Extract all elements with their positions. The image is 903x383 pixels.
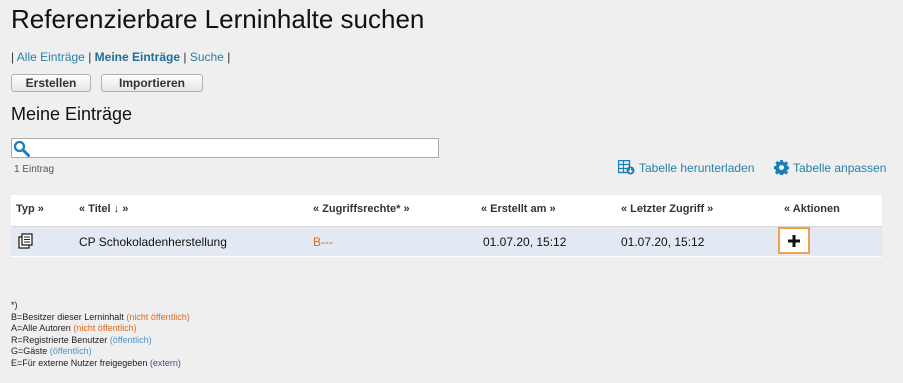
column-header-created[interactable]: « Erstellt am » — [481, 203, 556, 215]
section-title: Meine Einträge — [11, 104, 133, 124]
column-header-actions: « Aktionen — [784, 203, 840, 215]
document-stack-icon — [18, 233, 33, 249]
nav-separator: | — [183, 50, 187, 64]
result-count: 1 Eintrag — [14, 164, 55, 175]
import-button[interactable]: Importieren — [101, 74, 203, 92]
row-created: 01.07.20, 15:12 — [483, 235, 567, 249]
view-navigation: | Alle Einträge | Meine Einträge | Suche… — [11, 50, 230, 64]
page-title: Referenzierbare Lerninhalte suchen — [11, 4, 425, 34]
table-row: CP Schokoladenherstellung B--- 01.07.20,… — [11, 227, 882, 256]
legend-item: B=Besitzer dieser Lerninhalt (nicht öffe… — [11, 311, 190, 322]
customize-table-link[interactable]: Tabelle anpassen — [774, 160, 887, 176]
legend-marker: *) — [11, 300, 18, 310]
nav-separator: | — [227, 50, 231, 64]
row-actions-button[interactable] — [778, 227, 810, 254]
table-header: Typ » « Titel ↓ » « Zugriffsrechte* » « … — [11, 195, 882, 227]
legend-item: R=Registrierte Benutzer (öffentlich) — [11, 334, 152, 345]
download-table-icon — [617, 159, 635, 175]
column-header-rights[interactable]: « Zugriffsrechte* » — [313, 203, 410, 215]
gear-icon — [774, 160, 790, 176]
search-input[interactable] — [11, 138, 439, 158]
legend-item: E=Für externe Nutzer freigegeben (extern… — [11, 357, 181, 368]
nav-separator: | — [11, 50, 15, 64]
legend-item: G=Gäste (öffentlich) — [11, 346, 92, 356]
row-rights: B--- — [313, 235, 333, 249]
nav-link-my-entries[interactable]: Meine Einträge — [95, 50, 180, 64]
nav-link-all-entries[interactable]: Alle Einträge — [17, 50, 85, 64]
download-table-link[interactable]: Tabelle herunterladen — [617, 159, 755, 175]
column-header-type[interactable]: Typ » — [16, 203, 44, 215]
nav-separator: | — [88, 50, 92, 64]
entries-table: Typ » « Titel ↓ » « Zugriffsrechte* » « … — [11, 195, 882, 257]
column-header-last-access[interactable]: « Letzter Zugriff » — [621, 203, 713, 215]
legend-item: A=Alle Autoren (nicht öffentlich) — [11, 323, 137, 333]
plus-icon — [788, 235, 800, 247]
search-icon[interactable] — [13, 140, 30, 157]
nav-link-search[interactable]: Suche — [190, 50, 224, 64]
column-header-title[interactable]: « Titel ↓ » — [79, 203, 128, 215]
row-title[interactable]: CP Schokoladenherstellung — [79, 235, 227, 249]
rights-legend: *) B=Besitzer dieser Lerninhalt (nicht ö… — [11, 300, 190, 369]
download-table-label: Tabelle herunterladen — [639, 161, 755, 175]
row-last-access: 01.07.20, 15:12 — [621, 235, 705, 249]
create-button[interactable]: Erstellen — [11, 74, 91, 92]
customize-table-label: Tabelle anpassen — [793, 161, 887, 175]
